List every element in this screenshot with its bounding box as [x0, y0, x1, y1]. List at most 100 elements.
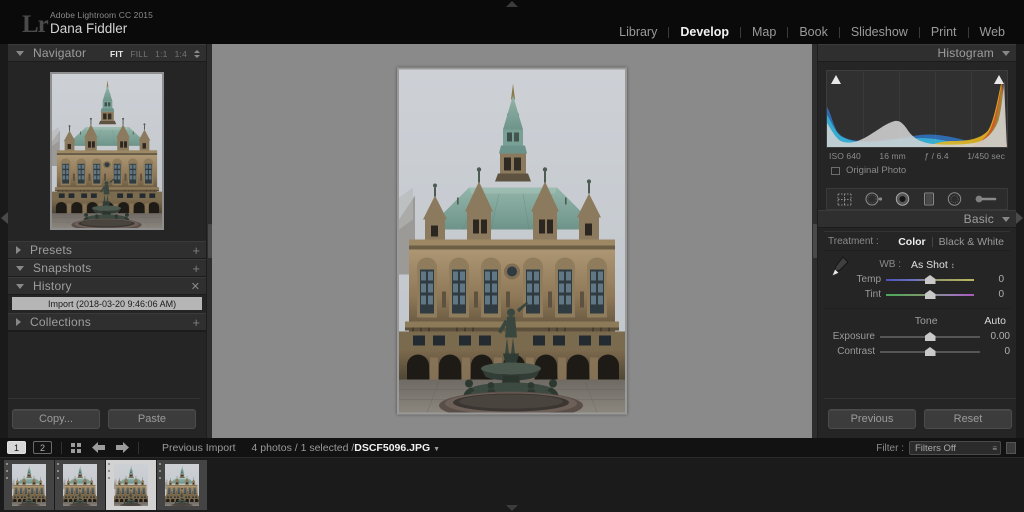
photo-artwork — [399, 69, 625, 413]
history-section: History ✕ Import (2018-03-20 9:46:06 AM) — [8, 277, 206, 313]
second-window-button[interactable]: 2 — [33, 441, 52, 454]
auto-tone-button[interactable]: Auto — [984, 315, 1010, 327]
module-develop[interactable]: Develop — [669, 24, 740, 40]
selection-count[interactable]: 4 photos / 1 selected /DSCF5096.JPG ▼ — [252, 442, 440, 454]
crop-overlay-icon[interactable] — [837, 193, 852, 206]
zoom-fill[interactable]: FILL — [130, 49, 148, 59]
treatment-black-and-white[interactable]: Black & White — [933, 236, 1010, 248]
chevron-down-icon[interactable] — [16, 265, 24, 271]
temp-slider-handle[interactable] — [924, 275, 936, 284]
paste-button[interactable]: Paste — [108, 408, 196, 429]
exif-iso: ISO 640 — [829, 151, 861, 161]
grid-view-icon[interactable] — [71, 442, 81, 453]
highlight-clipping-indicator[interactable] — [993, 74, 1004, 85]
current-filename: DSCF5096.JPG — [354, 441, 431, 454]
main-photo[interactable] — [399, 69, 625, 413]
history-item-import[interactable]: Import (2018-03-20 9:46:06 AM) — [12, 297, 202, 310]
chevron-right-icon[interactable] — [16, 246, 21, 254]
chevron-right-icon[interactable] — [16, 318, 21, 326]
radial-filter-icon[interactable] — [947, 192, 962, 206]
chevron-down-icon[interactable] — [16, 50, 24, 56]
contrast-slider[interactable] — [880, 346, 980, 357]
collections-title: Collections — [30, 315, 91, 329]
tint-value[interactable]: 0 — [974, 289, 1004, 300]
module-slideshow[interactable]: Slideshow — [840, 24, 919, 40]
snapshots-header[interactable]: Snapshots + — [8, 259, 206, 277]
red-eye-correction-icon[interactable] — [895, 192, 910, 206]
presets-header[interactable]: Presets + — [8, 241, 206, 259]
chevron-down-icon[interactable] — [1002, 216, 1010, 222]
snapshots-section: Snapshots + — [8, 259, 206, 277]
tint-slider-handle[interactable] — [924, 290, 936, 299]
rail-grip — [813, 224, 817, 258]
histogram-plot[interactable] — [826, 70, 1008, 148]
navigator-title: Navigator — [33, 46, 87, 60]
main-window-button[interactable]: 1 — [7, 441, 26, 454]
histogram-header[interactable]: Histogram — [818, 44, 1016, 62]
filmstrip-thumbnail[interactable] — [4, 459, 54, 510]
original-photo-toggle[interactable]: Original Photo — [826, 161, 1008, 182]
treatment-color[interactable]: Color — [892, 236, 931, 248]
zoom-stepper[interactable] — [194, 50, 200, 58]
filmstrip-thumbnail[interactable] — [157, 459, 207, 510]
spot-removal-icon[interactable] — [865, 192, 883, 206]
tint-slider[interactable] — [886, 289, 974, 300]
contrast-value[interactable]: 0 — [980, 346, 1010, 357]
module-library[interactable]: Library — [608, 24, 668, 40]
wb-value-text: As Shot — [910, 258, 948, 271]
shadow-clipping-indicator[interactable] — [830, 74, 841, 85]
adjustment-brush-icon[interactable] — [975, 193, 997, 205]
zoom-1-4[interactable]: 1:4 — [175, 49, 187, 59]
history-header[interactable]: History ✕ — [8, 277, 206, 295]
exposure-slider-handle[interactable] — [924, 332, 936, 341]
source-label[interactable]: Previous Import — [162, 442, 236, 454]
clear-history-icon[interactable]: ✕ — [191, 282, 200, 293]
temp-slider-row: Temp 0 — [824, 272, 1010, 287]
image-canvas[interactable] — [212, 44, 812, 438]
graduated-filter-icon[interactable] — [923, 192, 935, 206]
show-right-panel-arrow[interactable] — [1016, 212, 1023, 224]
thumbnail-artwork — [12, 463, 46, 506]
module-map[interactable]: Map — [741, 24, 787, 40]
go-forward-icon[interactable] — [116, 442, 129, 453]
exposure-value[interactable]: 0.00 — [980, 331, 1010, 342]
chevron-down-icon[interactable] — [1002, 50, 1010, 56]
temp-value[interactable]: 0 — [974, 274, 1004, 285]
show-top-panel-arrow[interactable] — [506, 1, 518, 7]
navigator-header[interactable]: Navigator FIT FILL 1:1 1:4 — [8, 44, 206, 62]
thumbnail-artwork — [63, 463, 97, 506]
temp-slider[interactable] — [886, 274, 974, 285]
identity-plate[interactable]: Adobe Lightroom CC 2015 Dana Fiddler — [50, 10, 153, 37]
zoom-1-1[interactable]: 1:1 — [155, 49, 167, 59]
contrast-label: Contrast — [837, 346, 875, 357]
show-filmstrip-arrow[interactable] — [506, 505, 518, 511]
module-print[interactable]: Print — [920, 24, 968, 40]
loupe-view[interactable] — [397, 67, 627, 415]
reset-button[interactable]: Reset — [924, 408, 1012, 429]
zoom-fit[interactable]: FIT — [110, 49, 123, 59]
filter-toggle-icon[interactable] — [1006, 442, 1016, 454]
left-panel-resize-rail[interactable] — [206, 44, 212, 438]
filmstrip-thumbnail-selected[interactable] — [106, 459, 156, 510]
navigator-preview[interactable] — [50, 72, 164, 230]
filter-preset-dropdown[interactable]: Filters Off ≡ — [909, 441, 1001, 455]
previous-button[interactable]: Previous — [828, 408, 916, 429]
checkbox-icon[interactable] — [831, 166, 840, 175]
contrast-slider-handle[interactable] — [924, 347, 936, 356]
go-back-icon[interactable] — [92, 442, 105, 453]
filmstrip-thumbnail[interactable] — [55, 459, 105, 510]
basic-header[interactable]: Basic — [818, 210, 1016, 228]
exposure-slider[interactable] — [880, 331, 980, 342]
add-snapshot-icon[interactable]: + — [192, 262, 200, 275]
wb-value-dropdown[interactable]: As Shot ↕ — [911, 259, 955, 271]
collections-header[interactable]: Collections + — [8, 313, 206, 331]
add-preset-icon[interactable]: + — [192, 244, 200, 257]
treatment-label: Treatment : — [828, 236, 879, 247]
white-balance-selector-icon[interactable] — [830, 255, 850, 279]
module-web[interactable]: Web — [969, 24, 1016, 40]
show-left-panel-arrow[interactable] — [1, 212, 8, 224]
chevron-down-icon[interactable] — [16, 283, 24, 289]
module-book[interactable]: Book — [788, 24, 839, 40]
copy-button[interactable]: Copy... — [12, 408, 100, 429]
add-collection-icon[interactable]: + — [192, 316, 200, 329]
